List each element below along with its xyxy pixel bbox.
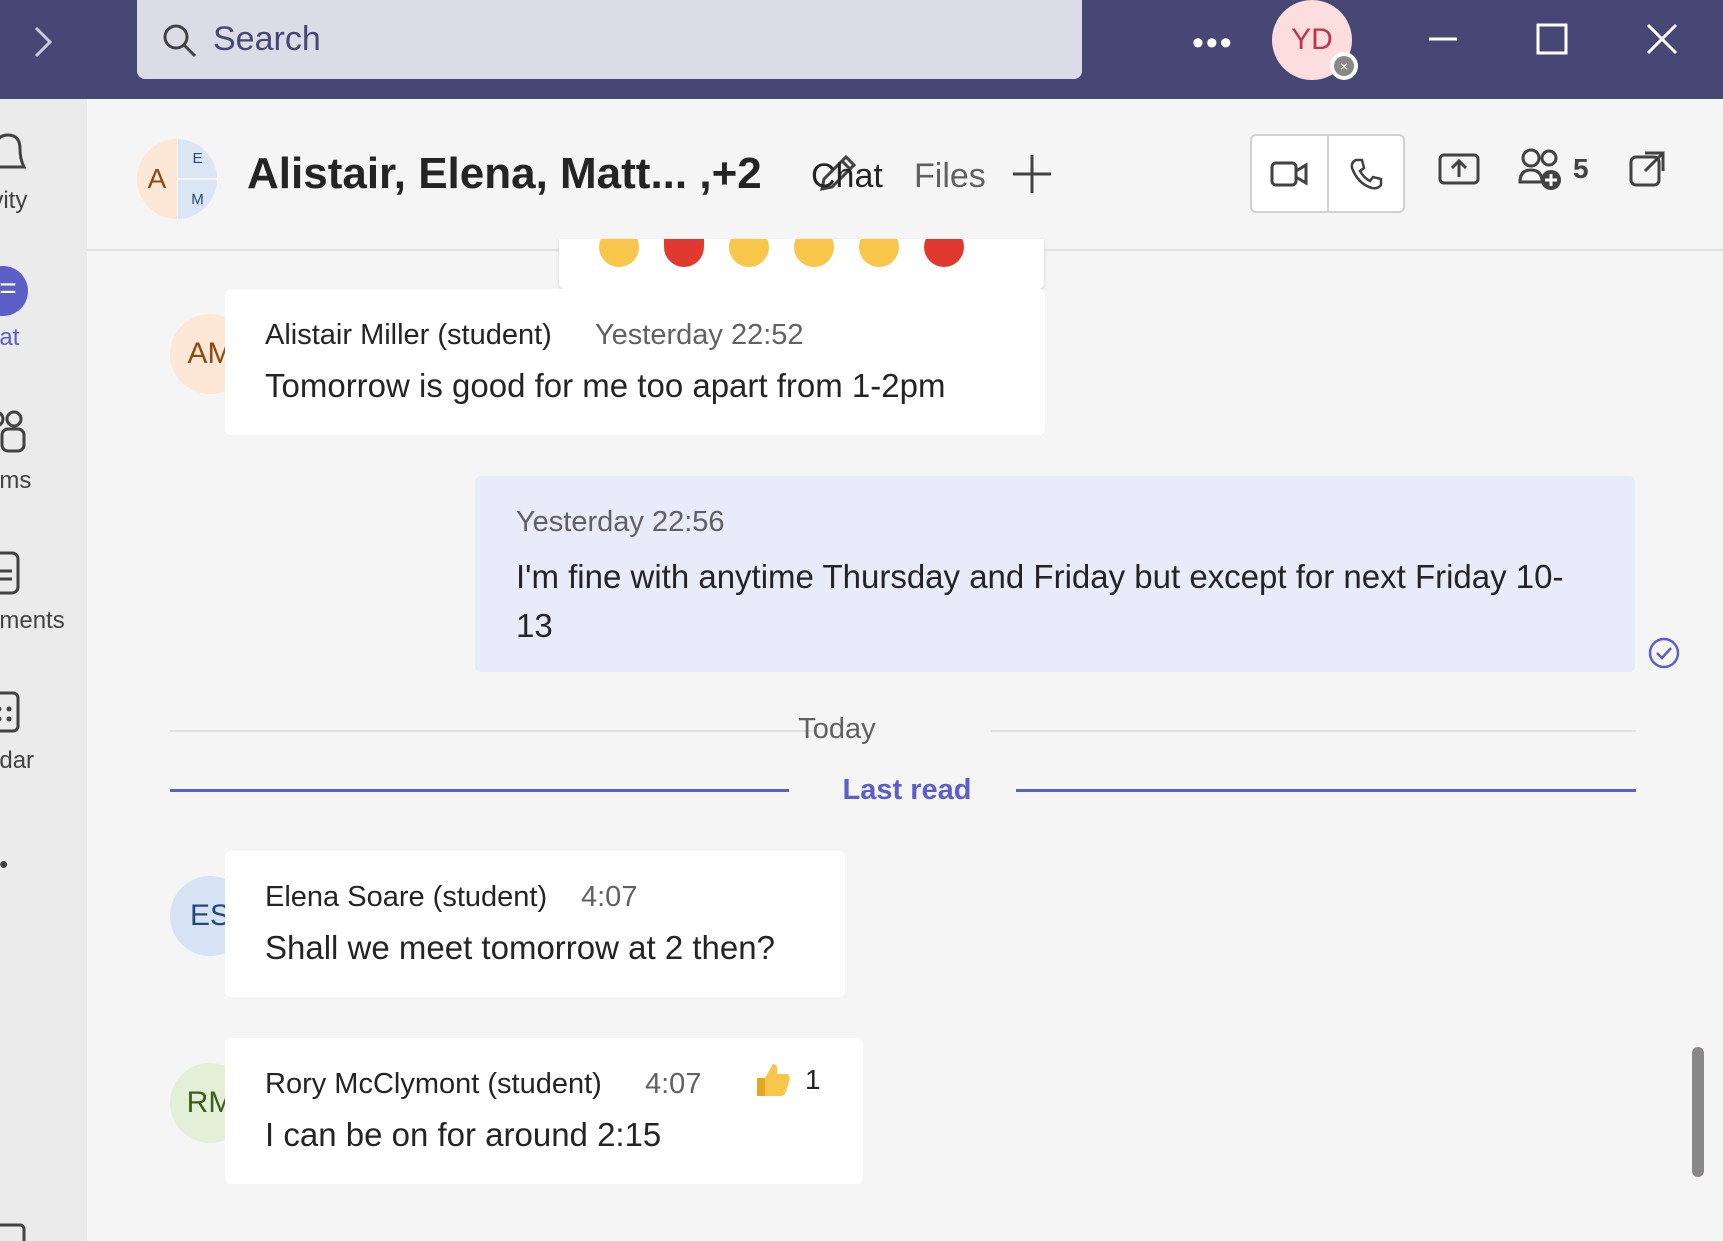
teams-icon <box>0 410 26 453</box>
group-avatar-m: M <box>178 180 217 219</box>
group-avatar-e: E <box>178 139 217 178</box>
rail-label-chat: hat <box>0 324 20 351</box>
calendar-icon <box>0 691 20 733</box>
more-options-button[interactable]: ••• <box>1192 24 1234 63</box>
rail-item-teams[interactable]: ams <box>0 409 87 519</box>
heart-reaction-icon[interactable] <box>664 239 704 267</box>
message-author: Elena Soare (student) <box>265 881 548 913</box>
user-avatar[interactable]: YD × <box>1272 0 1358 80</box>
rail-label-teams: ams <box>0 467 32 494</box>
group-avatar[interactable]: A E M <box>137 139 217 219</box>
more-apps-icon: •• <box>0 849 13 879</box>
today-divider-left <box>170 730 815 732</box>
today-divider-right <box>991 730 1636 732</box>
message-author: Alistair Miller (student) <box>265 319 552 351</box>
message-time: Yesterday 22:52 <box>595 319 804 351</box>
tab-files[interactable]: Files <box>914 157 986 196</box>
message-text: I can be on for around 2:15 <box>265 1116 662 1153</box>
chat-pane: A E M Alistair, Elena, Matt... ,+2 Chat … <box>87 99 1723 1241</box>
today-label: Today <box>798 713 876 745</box>
search-box[interactable] <box>137 0 1082 79</box>
read-receipt-icon <box>1648 637 1680 669</box>
message-bubble[interactable]: Rory McClymont (student) 4:07 I can be o… <box>225 1038 863 1184</box>
title-bar: ••• YD × <box>0 0 1723 99</box>
sad-reaction-icon[interactable] <box>859 239 899 267</box>
search-input[interactable] <box>213 20 913 59</box>
help-icon[interactable] <box>0 1221 32 1241</box>
user-initials: YD <box>1291 23 1333 56</box>
message-bubble[interactable]: Alistair Miller (student) Yesterday 22:5… <box>225 289 1045 435</box>
scrollbar-thumb[interactable] <box>1692 1047 1704 1177</box>
participants-count: 5 <box>1573 153 1589 184</box>
participants-button[interactable]: 5 <box>1517 144 1589 194</box>
message-time: 4:07 <box>581 881 638 913</box>
message-reaction[interactable]: 1 <box>753 1060 821 1100</box>
rail-label-calendar: ndar <box>0 747 35 774</box>
message-text: Shall we meet tomorrow at 2 then? <box>265 929 775 966</box>
expand-chevron-icon[interactable] <box>22 22 62 62</box>
share-screen-button[interactable] <box>1437 144 1481 194</box>
last-read-label: Last read <box>842 774 972 806</box>
app-bar: ivity = hat ams nments ndar •• <box>0 99 87 1241</box>
rail-more-button[interactable]: •• <box>0 849 87 899</box>
thumbs-up-icon <box>757 1064 790 1096</box>
add-tab-icon[interactable] <box>1007 149 1057 199</box>
video-call-button[interactable] <box>1252 136 1327 211</box>
bell-icon <box>0 133 26 169</box>
chat-icon: = <box>0 266 28 316</box>
pop-out-icon <box>1629 151 1665 187</box>
message-text: I'm fine with anytime Thursday and Frida… <box>516 558 1564 644</box>
rail-label-activity: ivity <box>0 187 28 214</box>
phone-icon <box>1350 158 1382 189</box>
last-read-line-right <box>1016 789 1636 792</box>
tab-chat[interactable]: Chat <box>811 157 883 196</box>
last-read-line-left <box>170 789 789 792</box>
like-reaction-icon[interactable] <box>599 239 639 267</box>
message-bubble[interactable]: Elena Soare (student) 4:07 Shall we meet… <box>225 851 845 997</box>
group-avatar-a: A <box>137 139 177 219</box>
reaction-count: 1 <box>805 1064 821 1095</box>
share-screen-icon <box>1438 153 1480 185</box>
assignments-icon <box>0 551 20 595</box>
rail-item-calendar[interactable]: ndar <box>0 689 87 799</box>
chat-header: A E M Alistair, Elena, Matt... ,+2 Chat … <box>87 99 1723 251</box>
search-icon <box>163 24 197 57</box>
status-offline-icon: × <box>1330 52 1358 80</box>
call-button-group <box>1250 134 1405 213</box>
message-text: Tomorrow is good for me too apart from 1… <box>265 367 946 404</box>
minimize-button[interactable] <box>1413 14 1473 64</box>
laugh-reaction-icon[interactable] <box>729 239 769 267</box>
message-time: Yesterday 22:56 <box>516 506 725 538</box>
avatar-initials: ES <box>189 899 231 932</box>
my-message-bubble[interactable]: Yesterday 22:56 I'm fine with anytime Th… <box>475 476 1635 672</box>
reaction-picker <box>559 239 1044 289</box>
chat-title[interactable]: Alistair, Elena, Matt... ,+2 <box>247 149 762 199</box>
message-author: Rory McClymont (student) <box>265 1068 602 1100</box>
message-time: 4:07 <box>645 1068 702 1100</box>
surprised-reaction-icon[interactable] <box>794 239 834 267</box>
rail-item-activity[interactable]: ivity <box>0 129 87 239</box>
rail-item-chat[interactable]: = hat <box>0 264 87 374</box>
rail-label-assignments: nments <box>0 607 65 634</box>
video-camera-icon <box>1270 161 1308 186</box>
angry-reaction-icon[interactable] <box>924 239 964 267</box>
audio-call-button[interactable] <box>1326 136 1404 211</box>
pop-out-button[interactable] <box>1627 144 1667 194</box>
rail-item-assignments[interactable]: nments <box>0 549 87 659</box>
maximize-button[interactable] <box>1522 14 1582 64</box>
close-button[interactable] <box>1632 14 1692 64</box>
add-people-icon <box>1518 148 1561 190</box>
